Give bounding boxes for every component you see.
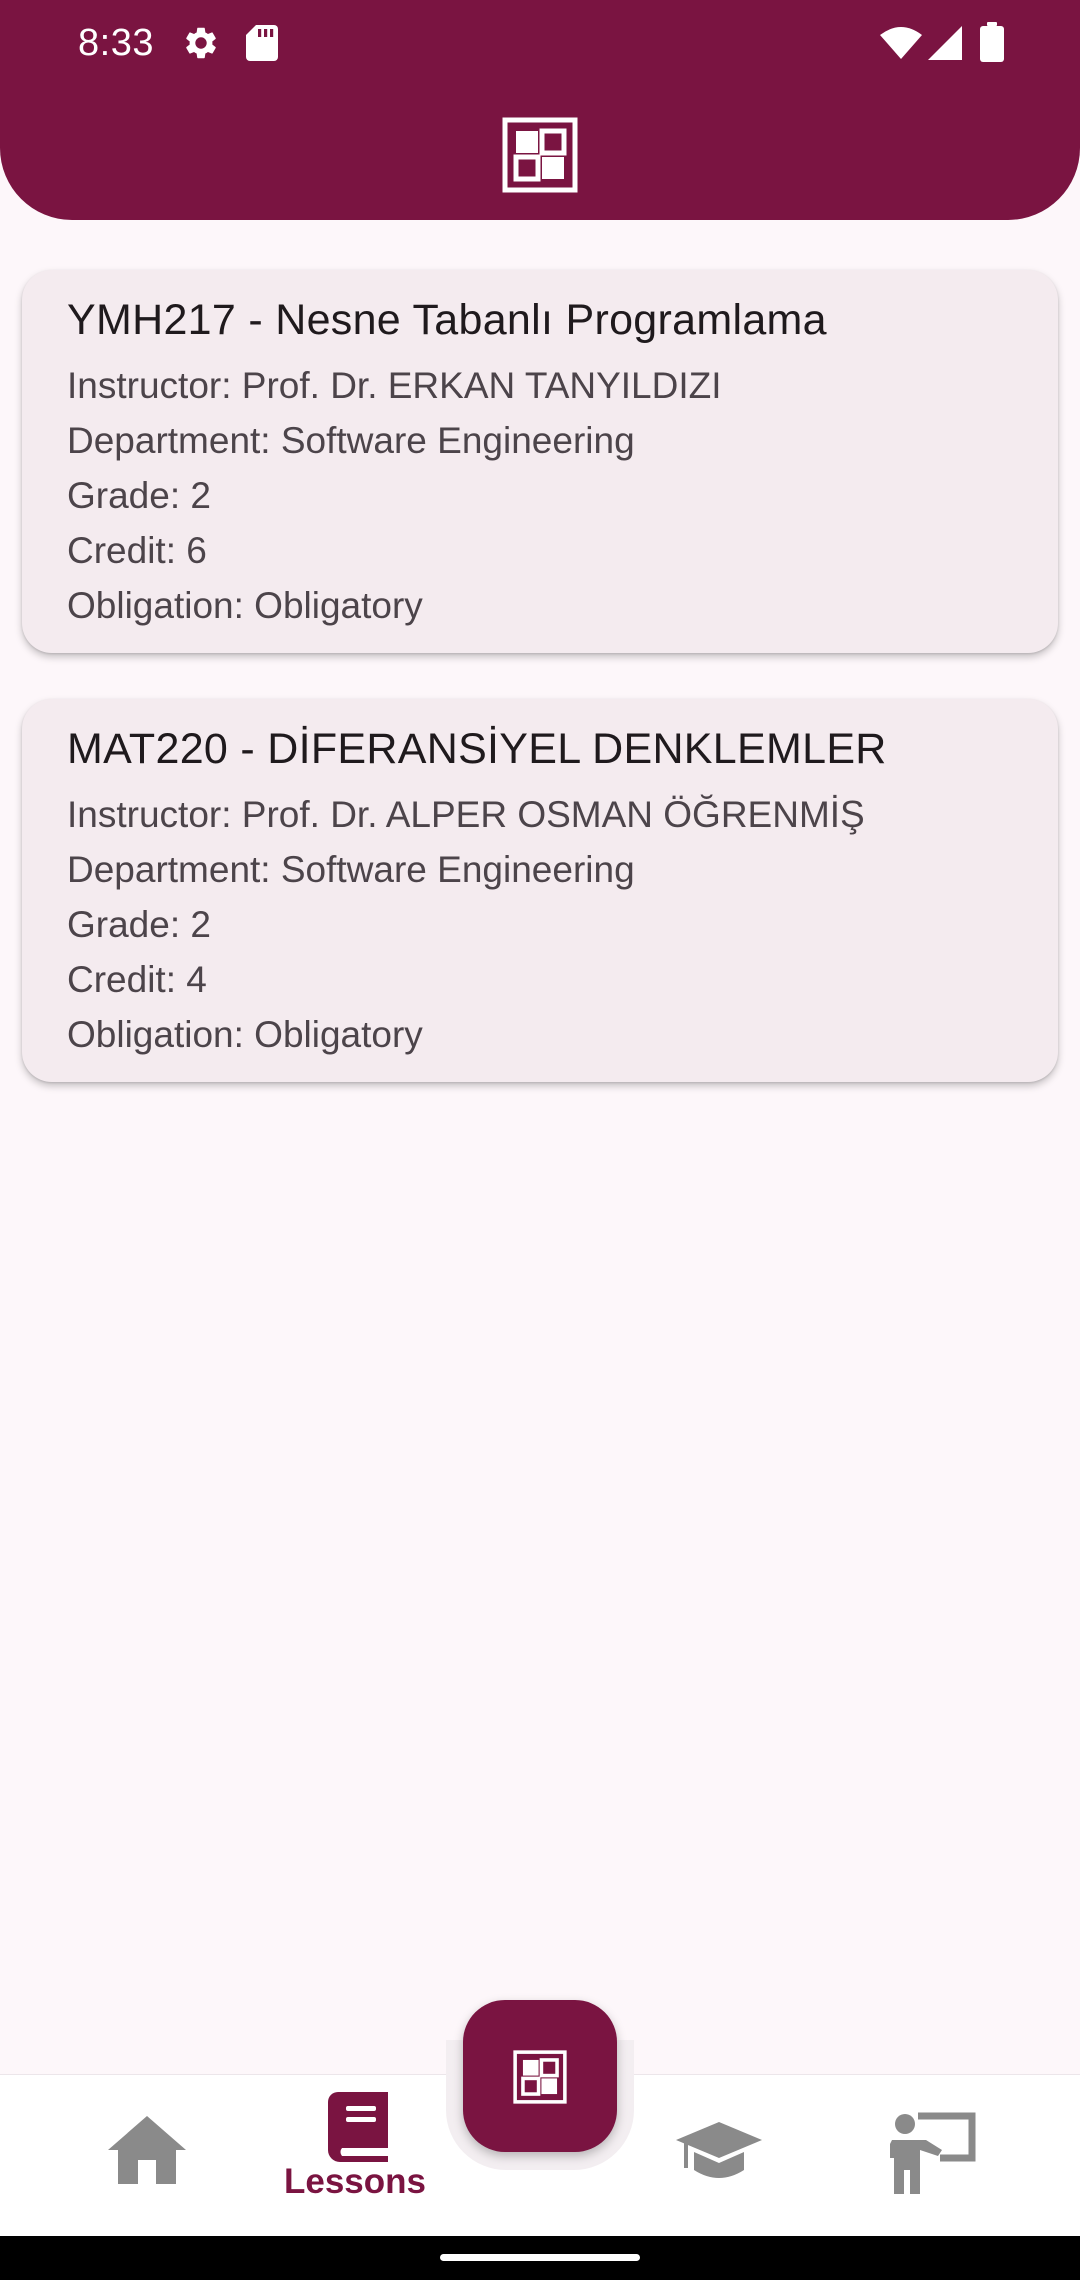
wifi-icon: [880, 27, 922, 59]
graduation-cap-icon[interactable]: [674, 2120, 764, 2184]
signal-icon: [928, 26, 962, 60]
lesson-title: YMH217 - Nesne Tabanlı Programlama: [67, 296, 827, 344]
sd-card-icon: [246, 25, 278, 61]
lesson-grade: Grade: 2: [67, 475, 211, 516]
app-logo-icon: [513, 2050, 567, 2104]
status-time: 8:33: [78, 22, 154, 64]
lesson-instructor: Instructor: Prof. Dr. ALPER OSMAN ÖĞRENM…: [67, 794, 865, 835]
lesson-department: Department: Software Engineering: [67, 420, 635, 461]
battery-icon: [980, 22, 1004, 62]
teacher-icon[interactable]: [890, 2110, 976, 2194]
lesson-credit: Credit: 6: [67, 530, 207, 571]
home-icon[interactable]: [106, 2114, 188, 2186]
lesson-card[interactable]: YMH217 - Nesne Tabanlı Programlama Instr…: [22, 270, 1058, 653]
lesson-department: Department: Software Engineering: [67, 849, 635, 890]
lesson-card[interactable]: MAT220 - DİFERANSİYEL DENKLEMLER Instruc…: [22, 699, 1058, 1082]
lesson-grade: Grade: 2: [67, 904, 211, 945]
gear-icon: [186, 27, 216, 59]
app-logo-icon: [502, 117, 578, 193]
lesson-instructor: Instructor: Prof. Dr. ERKAN TANYILDIZI: [67, 365, 722, 406]
lesson-credit: Credit: 4: [67, 959, 207, 1000]
center-fab-button[interactable]: [463, 2000, 617, 2152]
lesson-obligation: Obligation: Obligatory: [67, 1014, 423, 1055]
book-icon[interactable]: [328, 2092, 392, 2162]
app-header: 8:33: [0, 0, 1080, 220]
gesture-handle[interactable]: [440, 2254, 640, 2261]
lesson-obligation: Obligation: Obligatory: [67, 585, 423, 626]
nav-label-lessons[interactable]: Lessons: [284, 2162, 426, 2202]
lesson-title: MAT220 - DİFERANSİYEL DENKLEMLER: [67, 725, 887, 773]
system-gesture-bar: [0, 2236, 1080, 2280]
